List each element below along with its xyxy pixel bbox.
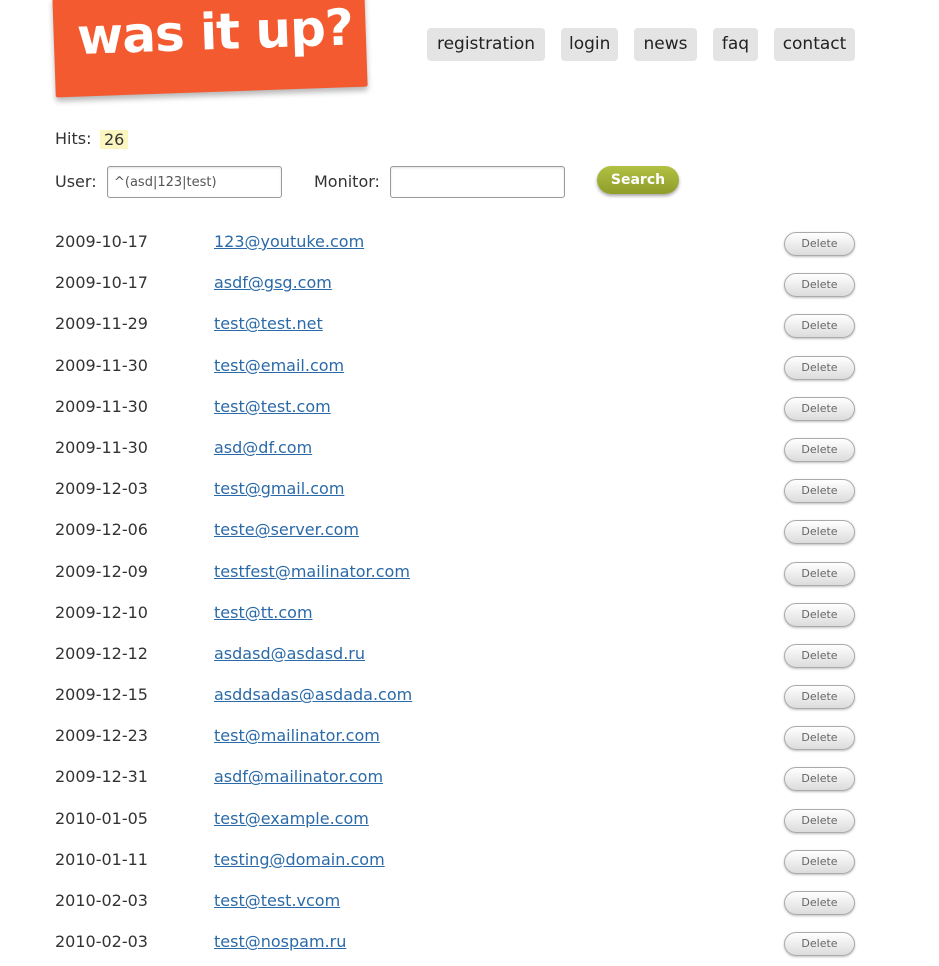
list-item: 2009-12-09 testfest@mailinator.com Delete [0, 552, 939, 593]
row-email-link[interactable]: teste@server.com [214, 520, 359, 539]
row-date: 2010-01-11 [55, 849, 148, 869]
row-email-link[interactable]: asdf@gsg.com [214, 273, 332, 292]
row-date: 2009-11-30 [55, 396, 148, 416]
list-item: 2009-12-23 test@mailinator.com Delete [0, 716, 939, 757]
delete-button[interactable]: Delete [784, 767, 855, 792]
delete-button[interactable]: Delete [784, 891, 855, 915]
row-email-link[interactable]: asdf@mailinator.com [214, 767, 383, 786]
row-email-link[interactable]: test@nospam.ru [214, 932, 346, 951]
monitor-filter-input[interactable] [390, 166, 565, 198]
row-date: 2010-01-05 [55, 808, 148, 828]
row-email-link[interactable]: testfest@mailinator.com [214, 562, 410, 581]
nav-login[interactable]: login [561, 28, 618, 61]
row-date: 2009-10-17 [55, 232, 148, 251]
list-item: 2009-12-06 teste@server.com Delete [0, 510, 939, 551]
hits-count: 26 [100, 130, 129, 149]
user-filter-input[interactable] [107, 166, 282, 198]
delete-button[interactable]: Delete [784, 808, 855, 833]
delete-button[interactable]: Delete [784, 932, 855, 957]
row-email-link[interactable]: test@test.com [214, 397, 331, 416]
list-item: 2009-11-29 test@test.net Delete [0, 304, 939, 345]
list-item: 2009-11-30 test@email.com Delete [0, 346, 939, 387]
user-label: User: [55, 172, 97, 191]
row-email-link[interactable]: test@tt.com [214, 603, 313, 622]
nav-contact[interactable]: contact [774, 28, 855, 61]
row-email-link[interactable]: 123@youtuke.com [214, 232, 364, 251]
row-email-link[interactable]: test@example.com [214, 809, 369, 828]
row-date: 2009-11-30 [55, 355, 148, 375]
row-email-link[interactable]: asd@df.com [214, 438, 312, 457]
delete-button[interactable]: Delete [784, 520, 855, 545]
delete-button[interactable]: Delete [784, 479, 855, 504]
list-item: 2009-12-10 test@tt.com Delete [0, 593, 939, 634]
results-list: 2009-10-17 123@youtuke.com Delete 2009-10-1… [0, 222, 939, 963]
list-item: 2009-10-17 asdf@gsg.com Delete [0, 263, 939, 304]
row-email-link[interactable]: asdasd@asdasd.ru [214, 644, 365, 663]
delete-button[interactable]: Delete [784, 849, 855, 874]
delete-button[interactable]: Delete [784, 355, 855, 380]
delete-button[interactable]: Delete [784, 685, 855, 710]
row-date: 2009-12-03 [55, 479, 148, 499]
delete-button[interactable]: Delete [784, 602, 855, 627]
row-date: 2009-12-09 [55, 561, 148, 581]
list-item: 2010-02-03 test@test.vcom Delete [0, 881, 939, 922]
row-date: 2010-02-03 [55, 891, 148, 910]
row-date: 2009-11-30 [55, 437, 148, 457]
monitor-label: Monitor: [314, 172, 380, 191]
list-item: 2009-11-30 test@test.com Delete [0, 387, 939, 428]
delete-button[interactable]: Delete [784, 726, 855, 751]
delete-button[interactable]: Delete [784, 643, 855, 668]
delete-button[interactable]: Delete [784, 437, 855, 462]
list-item: 2009-10-17 123@youtuke.com Delete [0, 222, 939, 263]
list-item: 2009-12-31 asdf@mailinator.com Delete [0, 757, 939, 798]
list-item: 2010-01-05 test@example.com Delete [0, 799, 939, 840]
row-date: 2009-12-23 [55, 726, 148, 746]
row-email-link[interactable]: testing@domain.com [214, 850, 385, 869]
row-email-link[interactable]: test@test.vcom [214, 891, 340, 910]
row-email-link[interactable]: asddsadas@asdada.com [214, 685, 412, 704]
list-item: 2009-12-03 test@gmail.com Delete [0, 469, 939, 510]
delete-button[interactable]: Delete [784, 273, 855, 298]
list-item: 2009-12-15 asddsadas@asdada.com Delete [0, 675, 939, 716]
row-email-link[interactable]: test@test.net [214, 314, 323, 333]
list-item: 2009-11-30 asd@df.com Delete [0, 428, 939, 469]
delete-button[interactable]: Delete [784, 396, 855, 421]
logo-text[interactable]: was it up? [76, 0, 354, 66]
row-date: 2009-12-06 [55, 520, 148, 540]
row-date: 2010-02-03 [55, 932, 148, 952]
delete-button[interactable]: Delete [784, 232, 855, 256]
row-email-link[interactable]: test@email.com [214, 356, 344, 375]
row-date: 2009-12-10 [55, 602, 148, 622]
row-date: 2009-12-12 [55, 643, 148, 663]
nav-registration[interactable]: registration [427, 28, 545, 61]
search-button[interactable]: Search [597, 166, 679, 194]
row-email-link[interactable]: test@mailinator.com [214, 726, 380, 745]
row-date: 2009-12-15 [55, 685, 148, 705]
delete-button[interactable]: Delete [784, 314, 855, 339]
row-date: 2009-10-17 [55, 273, 148, 293]
page: was it up? registration login news faq c… [0, 0, 939, 966]
delete-button[interactable]: Delete [784, 561, 855, 586]
row-date: 2009-11-29 [55, 314, 148, 334]
nav-faq[interactable]: faq [713, 28, 758, 61]
nav-news[interactable]: news [634, 28, 697, 61]
list-item: 2010-02-03 test@nospam.ru Delete [0, 922, 939, 963]
list-item: 2010-01-11 testing@domain.com Delete [0, 840, 939, 881]
list-item: 2009-12-12 asdasd@asdasd.ru Delete [0, 634, 939, 675]
hits-label: Hits: [55, 129, 92, 148]
row-date: 2009-12-31 [55, 767, 148, 787]
row-email-link[interactable]: test@gmail.com [214, 479, 344, 498]
